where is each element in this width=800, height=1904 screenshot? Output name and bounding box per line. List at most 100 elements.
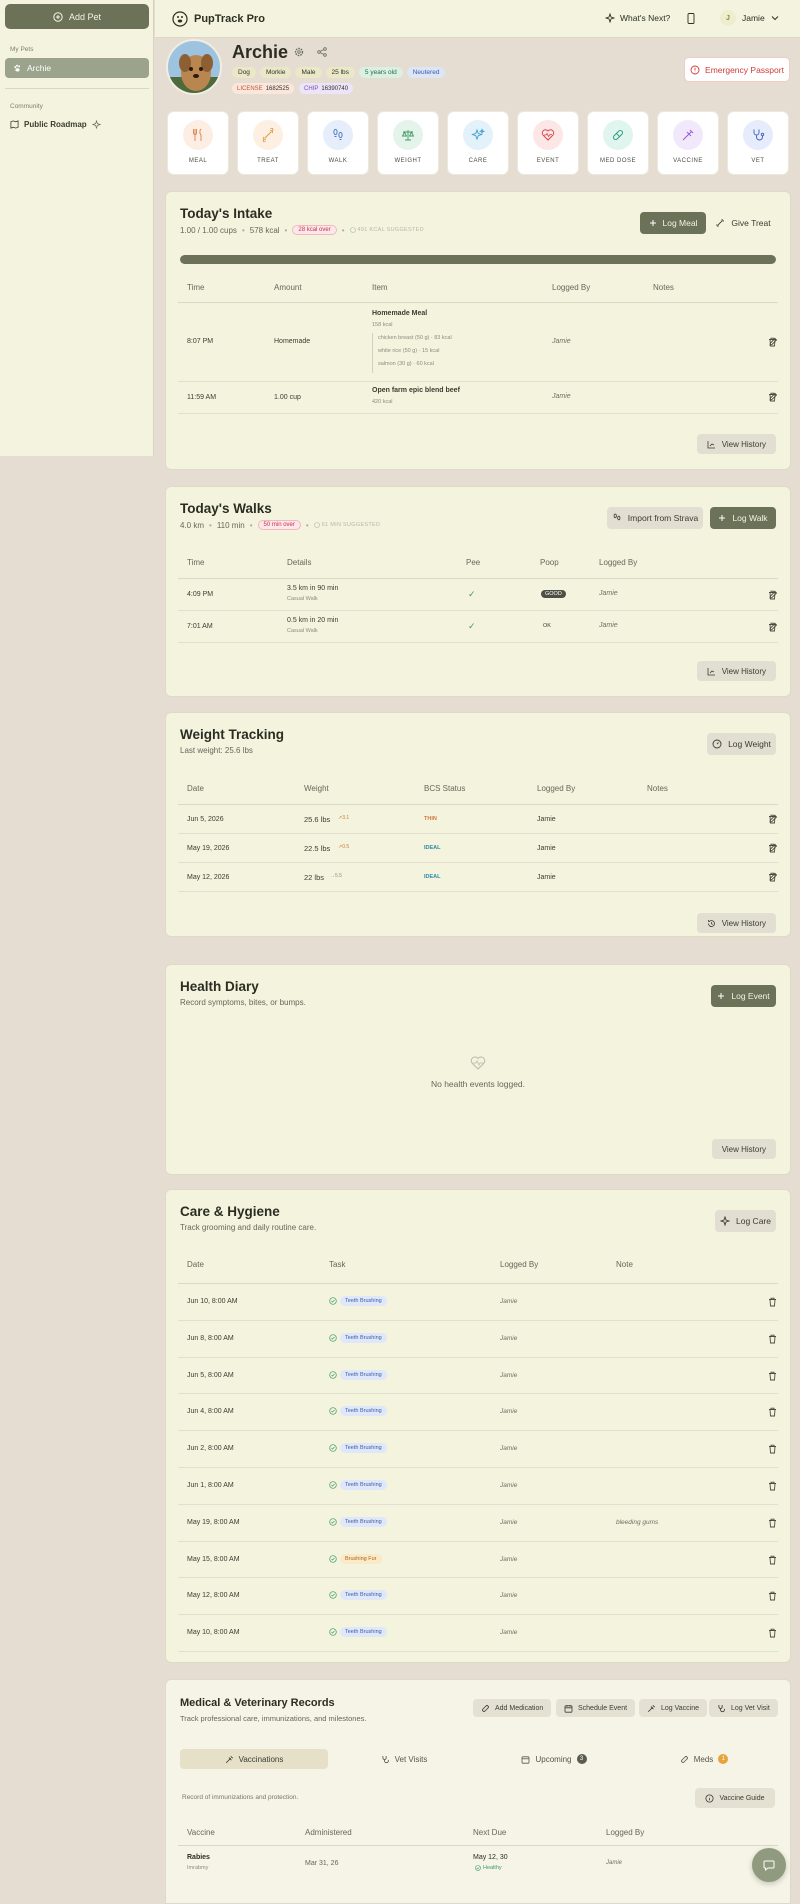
- log-walk-button[interactable]: Log Walk: [710, 507, 776, 529]
- quick-action-med-dose[interactable]: MED DOSE: [587, 111, 649, 175]
- diary-view-history-button[interactable]: View History: [711, 1139, 776, 1159]
- trash-icon[interactable]: [768, 814, 777, 824]
- table-row[interactable]: May 19, 8:00 AM Teeth Brushing Jamie bleedi…: [178, 1505, 778, 1542]
- ingredient: white rice (50 g) · 15 kcal: [378, 348, 440, 354]
- qa-label: VET: [751, 158, 765, 164]
- table-row[interactable]: Jun 8, 8:00 AM Teeth Brushing Jamie: [178, 1321, 778, 1358]
- license-badge[interactable]: LICENSE 1682525: [232, 83, 295, 94]
- import-strava-button[interactable]: Import from Strava: [607, 507, 703, 529]
- log-meal-button[interactable]: Log Meal: [640, 212, 706, 234]
- ingredient: salmon (30 g) · 60 kcal: [378, 361, 434, 367]
- vaccinations-description: Record of immunizations and protection.: [182, 1794, 299, 1801]
- table-row[interactable]: Rabies Imrabmy Mar 31, 26 May 12, 30 Hea…: [178, 1848, 778, 1888]
- table-row[interactable]: Jun 10, 8:00 AM Teeth Brushing Jamie: [178, 1284, 778, 1321]
- syringe-icon: [225, 1755, 234, 1764]
- log-care-button[interactable]: Log Care: [715, 1210, 776, 1232]
- gear-icon[interactable]: [294, 47, 304, 57]
- chat-button[interactable]: [752, 1848, 786, 1882]
- row-date: May 12, 8:00 AM: [187, 1592, 240, 1600]
- bone-icon: [715, 218, 725, 228]
- trash-icon[interactable]: [768, 1555, 777, 1565]
- quick-action-care[interactable]: CARE: [447, 111, 509, 175]
- diary-title: Health Diary: [180, 979, 259, 994]
- trash-icon[interactable]: [768, 622, 777, 632]
- sidebar-item-archie[interactable]: Archie: [5, 58, 149, 78]
- trash-icon[interactable]: [768, 1407, 777, 1417]
- quick-action-meal[interactable]: MEAL: [167, 111, 229, 175]
- brand[interactable]: PupTrack Pro: [172, 11, 265, 27]
- table-row[interactable]: Jun 2, 8:00 AM Teeth Brushing Jamie: [178, 1431, 778, 1468]
- trash-icon[interactable]: [768, 337, 777, 347]
- check-circle-icon: [329, 1518, 337, 1526]
- table-row[interactable]: May 10, 8:00 AM Teeth Brushing Jamie: [178, 1615, 778, 1652]
- suggested-minutes-label: 61 MIN SUGGESTED: [321, 522, 381, 528]
- trash-icon[interactable]: [768, 590, 777, 600]
- check-circle-icon: [329, 1370, 337, 1379]
- trash-icon[interactable]: [768, 1628, 777, 1638]
- schedule-event-label: Schedule Event: [578, 1704, 628, 1712]
- table-row[interactable]: Jun 1, 8:00 AM Teeth Brushing Jamie: [178, 1468, 778, 1505]
- trash-icon[interactable]: [768, 392, 777, 402]
- add-medication-button[interactable]: Add Medication: [473, 1699, 552, 1717]
- quick-action-walk[interactable]: WALK: [307, 111, 369, 175]
- tab-vet-visits[interactable]: Vet Visits: [330, 1749, 478, 1769]
- emergency-passport-button[interactable]: Emergency Passport: [684, 57, 790, 82]
- col-administered: Administered: [305, 1828, 352, 1837]
- table-row[interactable]: 7:01 AM 0.5 km in 20 min Casual Walk ✓ O…: [178, 611, 778, 643]
- row-delta: ↗ 3.1: [338, 815, 350, 821]
- table-row[interactable]: Jun 4, 8:00 AM Teeth Brushing Jamie: [178, 1394, 778, 1432]
- weight-view-history-button[interactable]: View History: [696, 913, 776, 933]
- quick-action-vaccine[interactable]: VACCINE: [657, 111, 719, 175]
- footprints-icon: [612, 513, 622, 523]
- table-row[interactable]: 8:07 PM Homemade Homemade Meal 158 kcal …: [178, 303, 778, 382]
- whats-next-button[interactable]: What's Next?: [605, 13, 670, 23]
- table-row[interactable]: May 19, 2026 22.5 lbs ↗ 0.5 IDEAL Jamie: [178, 834, 778, 863]
- table-row[interactable]: 4:09 PM 3.5 km in 90 min Casual Walk ✓ G…: [178, 579, 778, 611]
- table-row[interactable]: Jun 5, 2026 25.6 lbs ↗ 3.1 THIN Jamie: [178, 805, 778, 834]
- row-logged-by: Jamie: [500, 1518, 518, 1526]
- quick-action-event[interactable]: EVENT: [517, 111, 579, 175]
- tab-vaccinations[interactable]: Vaccinations: [180, 1749, 328, 1769]
- intake-view-history-button[interactable]: View History: [696, 434, 776, 454]
- sidebar-item-roadmap[interactable]: Public Roadmap: [10, 120, 101, 129]
- phone-icon[interactable]: [687, 13, 695, 24]
- chip-badge[interactable]: CHIP 16390740: [299, 83, 354, 94]
- trash-icon[interactable]: [768, 843, 777, 853]
- row-date: Jun 5, 8:00 AM: [187, 1371, 234, 1379]
- row-time: 4:09 PM: [187, 591, 214, 598]
- quick-action-treat[interactable]: TREAT: [237, 111, 299, 175]
- trash-icon[interactable]: [768, 1444, 777, 1454]
- trash-icon[interactable]: [768, 1518, 777, 1528]
- table-row[interactable]: 11:59 AM 1.00 cup Open farm epic blend b…: [178, 382, 778, 414]
- table-row[interactable]: May 12, 8:00 AM Teeth Brushing Jamie: [178, 1578, 778, 1616]
- trash-icon[interactable]: [768, 1591, 777, 1601]
- trash-icon[interactable]: [768, 1371, 777, 1381]
- row-amount: 1.00 cup: [274, 394, 301, 401]
- log-weight-button[interactable]: Log Weight: [707, 733, 776, 755]
- walks-view-history-button[interactable]: View History: [696, 661, 776, 681]
- add-pet-button[interactable]: Add Pet: [5, 4, 149, 29]
- row-delta: → 5.5: [330, 873, 342, 879]
- log-vaccine-button[interactable]: Log Vaccine: [639, 1699, 708, 1717]
- quick-action-vet[interactable]: VET: [727, 111, 789, 175]
- table-row[interactable]: May 15, 8:00 AM Brushing Fur Jamie: [178, 1542, 778, 1579]
- pet-photo[interactable]: [166, 39, 222, 95]
- trash-icon[interactable]: [768, 1334, 777, 1344]
- tab-upcoming[interactable]: Upcoming 3: [480, 1749, 628, 1769]
- share-icon[interactable]: [317, 47, 327, 57]
- table-row[interactable]: Jun 5, 8:00 AM Teeth Brushing Jamie: [178, 1358, 778, 1395]
- table-row[interactable]: May 12, 2026 22 lbs → 5.5 IDEAL Jamie: [178, 863, 778, 892]
- schedule-event-button[interactable]: Schedule Event: [556, 1699, 636, 1717]
- quick-action-weight[interactable]: WEIGHT: [377, 111, 439, 175]
- trash-icon[interactable]: [768, 1297, 777, 1307]
- tab-meds[interactable]: Meds 1: [630, 1749, 778, 1769]
- trash-icon[interactable]: [768, 872, 777, 882]
- user-menu[interactable]: J Jamie: [720, 10, 779, 26]
- trash-icon[interactable]: [768, 1481, 777, 1491]
- give-treat-button[interactable]: Give Treat: [712, 212, 774, 234]
- log-event-button[interactable]: Log Event: [711, 985, 776, 1007]
- pill-icon: [603, 120, 633, 150]
- pet-tags: Dog Morkie Male 25 lbs 5 years old Neute…: [232, 67, 446, 78]
- vaccine-guide-button[interactable]: Vaccine Guide: [695, 1788, 775, 1808]
- log-vet-visit-button[interactable]: Log Vet Visit: [709, 1699, 778, 1717]
